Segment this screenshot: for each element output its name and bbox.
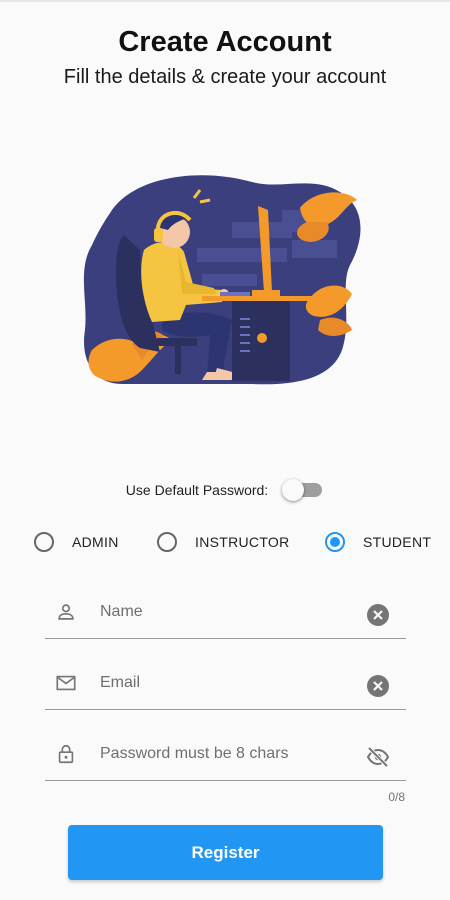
password-char-counter: 0/8	[388, 790, 405, 804]
default-password-row: Use Default Password:	[0, 479, 450, 501]
name-field	[45, 591, 406, 639]
default-password-label: Use Default Password:	[125, 482, 269, 498]
page-title: Create Account	[118, 26, 332, 58]
default-password-toggle[interactable]	[282, 479, 324, 501]
visibility-off-icon[interactable]	[366, 745, 390, 769]
page-subtitle: Fill the details & create your account	[63, 66, 387, 88]
person-at-computer-illustration	[83, 175, 361, 385]
role-label-student: STUDENT	[363, 534, 432, 550]
role-option-student[interactable]: STUDENT	[325, 528, 431, 556]
toggle-thumb	[282, 479, 305, 501]
radio-unchecked-icon	[34, 532, 54, 552]
lock-icon	[58, 744, 74, 764]
email-input[interactable]	[100, 668, 350, 698]
role-option-admin[interactable]: ADMIN	[34, 528, 119, 556]
role-label-instructor: INSTRUCTOR	[195, 534, 290, 550]
status-divider	[0, 0, 450, 2]
register-button[interactable]: Register	[68, 825, 383, 880]
role-label-admin: ADMIN	[72, 534, 119, 550]
email-field	[45, 662, 406, 710]
clear-icon[interactable]	[366, 674, 390, 698]
person-icon	[58, 604, 74, 620]
clear-icon[interactable]	[366, 603, 390, 627]
mail-icon	[56, 675, 76, 691]
name-input[interactable]	[100, 597, 350, 627]
role-option-instructor[interactable]: INSTRUCTOR	[157, 528, 290, 556]
password-input[interactable]	[100, 739, 350, 769]
radio-unchecked-icon	[157, 532, 177, 552]
radio-checked-icon	[325, 532, 345, 552]
role-radio-group: ADMIN INSTRUCTOR STUDENT	[0, 528, 450, 556]
password-field	[45, 733, 406, 781]
